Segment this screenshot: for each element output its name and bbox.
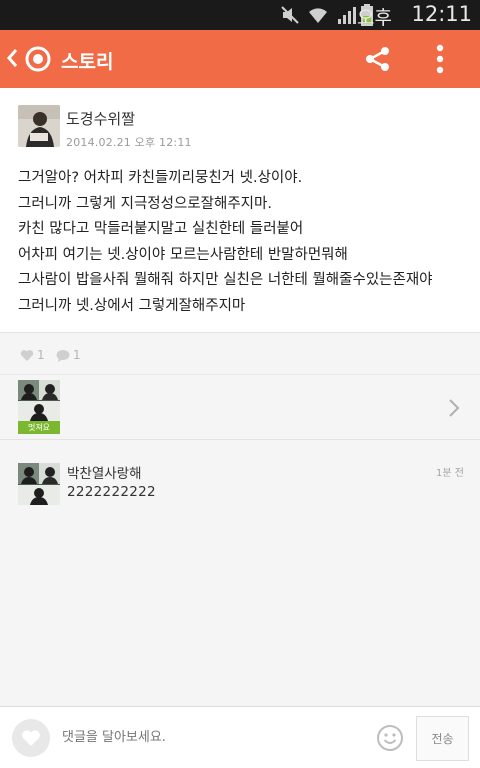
heart-icon: [22, 730, 40, 746]
status-clock: 12:11: [411, 2, 472, 26]
send-button[interactable]: 전송: [416, 716, 469, 761]
comment-time: 1분 전: [436, 468, 464, 479]
app-title: 스토리: [61, 51, 114, 73]
liker-tag: 멋져요: [18, 421, 60, 434]
reaction-bar: 1 1: [0, 332, 480, 374]
likers-row[interactable]: 멋져요: [0, 374, 480, 439]
comment-input-bar: 전송: [0, 706, 480, 768]
author-avatar[interactable]: [18, 105, 60, 147]
like-button[interactable]: [12, 719, 50, 757]
post-author[interactable]: 도경수위짤: [66, 108, 135, 129]
comment-bubble-icon[interactable]: [56, 349, 70, 362]
post-content: 그거알아? 어차피 카친들끼리뭉친거 넷.상이야. 그러니까 그렇게 지극정성으…: [18, 166, 468, 319]
commenter-avatar[interactable]: [18, 463, 60, 505]
status-ampm: 오후: [357, 7, 392, 29]
post-line: 어차피 여기는 넷.상이야 모르는사람한테 반말하먼뭐해: [18, 246, 348, 263]
comment-list: 박찬열사랑해 2222222222 1분 전: [0, 439, 480, 706]
share-icon[interactable]: [364, 45, 392, 73]
post-line: 그거알아? 어차피 카친들끼리뭉친거 넷.상이야.: [18, 170, 303, 186]
status-bar: 오후 12:11: [0, 0, 480, 30]
like-count: 1: [37, 348, 45, 362]
comment-count: 1: [73, 348, 81, 362]
chevron-right-icon[interactable]: [448, 398, 460, 418]
emoticon-icon[interactable]: [376, 724, 404, 752]
post-line: 그러니까 그렇게 지극정성으로잘해주지마.: [18, 195, 272, 212]
app-bar: 스토리: [0, 30, 480, 88]
comment-item: 박찬열사랑해 2222222222 1분 전: [0, 440, 480, 510]
post-line: 그사람이 밥을사줘 뭘해줘 하지만 실친은 너한테 뭘해줄수있는존재야: [18, 272, 433, 288]
post-date: 2014.02.21 오후 12:11: [66, 136, 192, 149]
wifi-icon: [309, 8, 327, 23]
story-post: 도경수위짤 2014.02.21 오후 12:11 그거알아? 어차피 카친들끼…: [0, 88, 480, 332]
signal-icon: [338, 7, 356, 24]
back-icon[interactable]: [6, 48, 18, 68]
post-line: 카친 많다고 막들러붙지말고 실친한테 들러붙어: [18, 221, 304, 237]
comment-text: 2222222222: [67, 484, 156, 500]
comment-input[interactable]: [62, 725, 362, 749]
mute-icon: [281, 6, 299, 24]
comment-author[interactable]: 박찬열사랑해: [67, 462, 142, 482]
story-logo-icon: [25, 46, 51, 72]
more-icon[interactable]: [436, 44, 444, 74]
heart-icon[interactable]: [20, 349, 34, 362]
post-line: 그러니까 넷.상에서 그렇게잘해주지마: [18, 297, 246, 314]
liker-avatar[interactable]: 멋져요: [18, 380, 60, 434]
